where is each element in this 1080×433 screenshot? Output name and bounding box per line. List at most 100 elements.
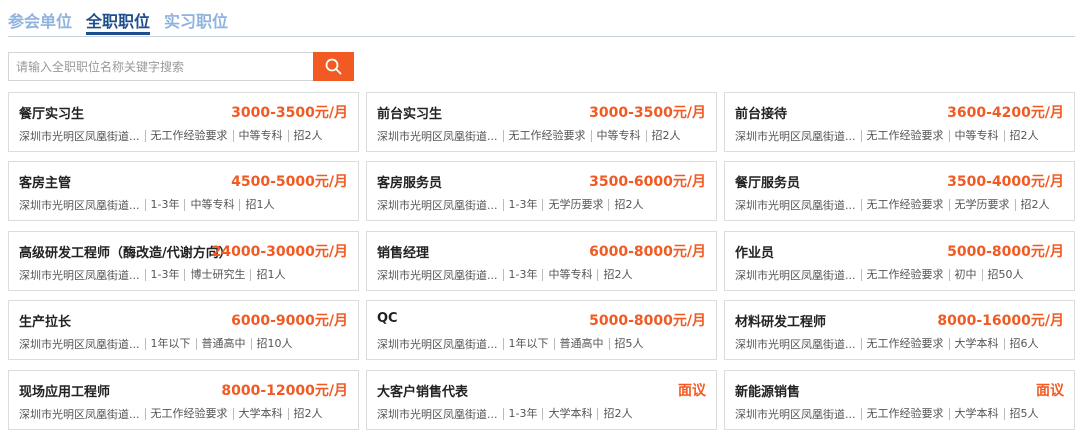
job-education: 无学历要求: [542, 199, 603, 211]
job-title[interactable]: QC: [377, 311, 398, 326]
job-salary: 面议: [1036, 383, 1064, 399]
job-headcount: 招2人: [287, 130, 323, 142]
job-salary: 5000-8000元/月: [589, 313, 706, 329]
job-card[interactable]: 前台接待 3600-4200元/月 深圳市光明区凤凰街道... 无工作经验要求 中等专科…: [724, 92, 1075, 152]
job-card[interactable]: 餐厅服务员 3500-4000元/月深圳市光明区凤凰街道... 无工作经验要求 无学历…: [724, 161, 1075, 221]
job-headcount: 招2人: [1003, 130, 1039, 142]
job-card[interactable]: QC 5000-8000元/月深圳市光明区凤凰街道... 1年以下 普通高中 招5人: [366, 300, 717, 360]
job-card[interactable]: 作业员 5000-8000元/月 深圳市光明区凤凰街道... 无工作经验要求 初中 招50…: [724, 231, 1075, 291]
job-title[interactable]: 客房主管: [19, 172, 71, 191]
job-experience: 1-3年: [144, 199, 179, 211]
job-title[interactable]: 作业员: [735, 242, 774, 261]
search-input[interactable]: [8, 52, 313, 81]
active-tab-indicator: [86, 32, 150, 35]
job-salary: 4500-5000元/月: [231, 174, 348, 190]
job-education: 博士研究生: [184, 269, 245, 281]
job-experience: 无工作经验要求: [860, 408, 944, 420]
job-experience: 无工作经验要求: [502, 130, 586, 142]
job-salary: 6000-8000元/月: [589, 244, 706, 260]
job-experience: 无工作经验要求: [860, 199, 944, 211]
job-headcount: 招2人: [608, 199, 643, 211]
job-salary: 8000-16000元/月: [937, 313, 1064, 329]
job-education: 中等专科: [232, 130, 283, 142]
job-headcount: 招1人: [239, 199, 274, 211]
job-location: 深圳市光明区凤凰街道...: [19, 199, 140, 212]
job-meta: 深圳市光明区凤凰街道... 无工作经验要求 中等专科 招2人: [19, 128, 323, 144]
job-location: 深圳市光明区凤凰街道...: [19, 130, 140, 143]
job-experience: 无工作经验要求: [144, 130, 228, 142]
job-card[interactable]: 材料研发工程师 8000-16000元/月深圳市光明区凤凰街道... 无工作经验要求…: [724, 300, 1075, 360]
search-button[interactable]: [313, 52, 354, 81]
job-education: 中等专科: [590, 130, 641, 142]
job-card[interactable]: 高级研发工程师（酶改造/代谢方向） 24000-30000元/月深圳市光明区凤凰街…: [8, 231, 359, 291]
job-title[interactable]: 新能源销售: [735, 381, 800, 400]
job-title[interactable]: 客房服务员: [377, 172, 442, 191]
job-salary: 24000-30000元/月: [211, 244, 348, 260]
job-experience: 1-3年: [502, 269, 537, 281]
job-experience: 1-3年: [144, 269, 179, 281]
job-salary: 5000-8000元/月: [947, 244, 1064, 260]
job-title[interactable]: 现场应用工程师: [19, 381, 110, 400]
job-location: 深圳市光明区凤凰街道...: [377, 199, 498, 212]
job-experience: 1年以下: [502, 338, 549, 350]
job-location: 深圳市光明区凤凰街道...: [377, 338, 498, 351]
job-title[interactable]: 销售经理: [377, 242, 429, 261]
tab-internship-jobs[interactable]: 实习职位: [164, 8, 228, 32]
job-headcount: 招10人: [250, 338, 293, 350]
job-headcount: 招2人: [287, 408, 323, 420]
job-card[interactable]: 前台实习生 3000-3500元/月深圳市光明区凤凰街道... 无工作经验要求 中等专…: [366, 92, 717, 152]
job-meta: 深圳市光明区凤凰街道... 无工作经验要求 无学历要求 招2人: [735, 197, 1050, 213]
job-card[interactable]: 新能源销售 面议 深圳市光明区凤凰街道... 无工作经验要求 大学本科 招5人: [724, 370, 1075, 430]
job-title[interactable]: 餐厅实习生: [19, 103, 84, 122]
job-location: 深圳市光明区凤凰街道...: [735, 130, 856, 143]
job-meta: 深圳市光明区凤凰街道... 1-3年 中等专科 招2人: [377, 267, 632, 283]
job-location: 深圳市光明区凤凰街道...: [19, 408, 140, 421]
job-card[interactable]: 客房服务员 3500-6000元/月 深圳市光明区凤凰街道... 1-3年 无学历要求招…: [366, 161, 717, 221]
job-meta: 深圳市光明区凤凰街道... 1-3年 无学历要求 招2人: [377, 197, 643, 213]
job-headcount: 招2人: [597, 269, 632, 281]
job-meta: 深圳市光明区凤凰街道... 1-3年 中等专科 招1人: [19, 197, 274, 213]
job-title[interactable]: 前台实习生: [377, 103, 442, 122]
job-headcount: 招2人: [1014, 199, 1050, 211]
job-meta: 深圳市光明区凤凰街道... 1年以下 普通高中 招5人: [377, 336, 644, 352]
job-meta: 深圳市光明区凤凰街道... 无工作经验要求 大学本科 招2人: [19, 406, 323, 422]
job-meta: 深圳市光明区凤凰街道... 无工作经验要求 中等专科 招2人: [377, 128, 681, 144]
job-card[interactable]: 现场应用工程师 8000-12000元/月 深圳市光明区凤凰街道... 无工作经验要求…: [8, 370, 359, 430]
job-education: 普通高中: [553, 338, 604, 350]
job-education: 无学历要求: [948, 199, 1010, 211]
job-title[interactable]: 材料研发工程师: [735, 311, 826, 330]
job-education: 大学本科: [542, 408, 592, 420]
job-headcount: 招2人: [645, 130, 681, 142]
job-headcount: 招2人: [597, 408, 632, 420]
job-card[interactable]: 餐厅实习生 3000-3500元/月 深圳市光明区凤凰街道... 无工作经验要求 中等专…: [8, 92, 359, 152]
job-title[interactable]: 高级研发工程师（酶改造/代谢方向）: [19, 242, 232, 261]
job-location: 深圳市光明区凤凰街道...: [19, 269, 140, 282]
tab-bar: 参会单位 全职职位 实习职位: [8, 0, 1075, 37]
job-card[interactable]: 生产拉长 6000-9000元/月 深圳市光明区凤凰街道... 1年以下 普通高中 招10…: [8, 300, 359, 360]
job-education: 大学本科: [232, 408, 283, 420]
job-salary: 3000-3500元/月: [589, 105, 706, 121]
job-meta: 深圳市光明区凤凰街道... 1-3年 大学本科 招2人: [377, 406, 632, 422]
job-education: 中等专科: [542, 269, 592, 281]
job-salary: 3500-4000元/月: [947, 174, 1064, 190]
job-meta: 深圳市光明区凤凰街道... 无工作经验要求 大学本科 招6人: [735, 336, 1039, 352]
job-education: 普通高中: [195, 338, 246, 350]
job-card[interactable]: 销售经理 6000-8000元/月深圳市光明区凤凰街道... 1-3年 中等专科 招2人: [366, 231, 717, 291]
job-experience: 无工作经验要求: [860, 338, 944, 350]
job-title[interactable]: 餐厅服务员: [735, 172, 800, 191]
job-experience: 无工作经验要求: [860, 269, 944, 281]
tab-fulltime-jobs[interactable]: 全职职位: [86, 8, 150, 32]
job-location: 深圳市光明区凤凰街道...: [19, 338, 140, 351]
job-headcount: 招5人: [608, 338, 644, 350]
job-location: 深圳市光明区凤凰街道...: [735, 338, 856, 351]
job-meta: 深圳市光明区凤凰街道... 无工作经验要求 中等专科 招2人: [735, 128, 1039, 144]
tab-exhibitors[interactable]: 参会单位: [8, 8, 72, 32]
job-title[interactable]: 生产拉长: [19, 311, 71, 330]
job-meta: 深圳市光明区凤凰街道... 1年以下 普通高中 招10人: [19, 336, 293, 352]
job-education: 大学本科: [948, 338, 999, 350]
job-location: 深圳市光明区凤凰街道...: [377, 269, 498, 282]
job-title[interactable]: 大客户销售代表: [377, 381, 468, 400]
job-card[interactable]: 大客户销售代表 面议 深圳市光明区凤凰街道... 1-3年 大学本科 招2人: [366, 370, 717, 430]
job-title[interactable]: 前台接待: [735, 103, 787, 122]
job-card[interactable]: 客房主管 4500-5000元/月 深圳市光明区凤凰街道... 1-3年 中等专科 招1人: [8, 161, 359, 221]
